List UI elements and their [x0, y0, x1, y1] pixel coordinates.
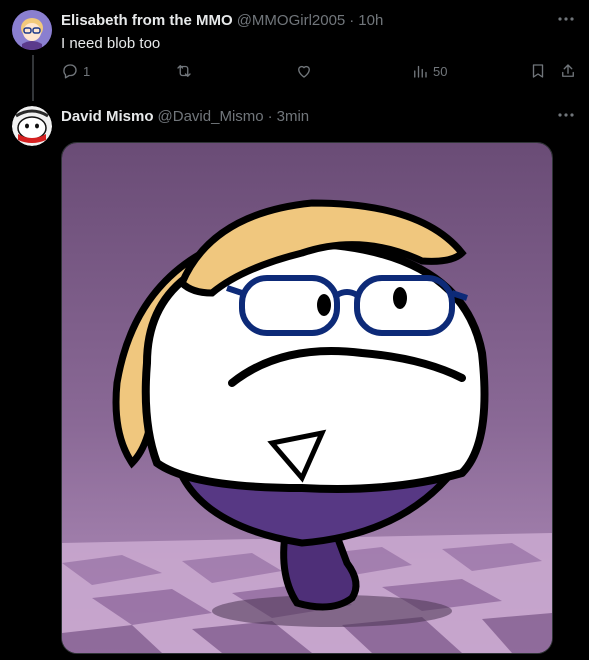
views-button[interactable]: 50 — [411, 62, 447, 80]
cartoon-blob-image — [62, 143, 552, 653]
more-icon[interactable] — [557, 10, 575, 33]
reply-count: 1 — [83, 63, 91, 79]
display-name[interactable]: Elisabeth from the MMO — [61, 12, 233, 29]
bookmark-button[interactable] — [529, 62, 547, 80]
action-bar: 1 50 — [61, 62, 581, 86]
thread-line — [32, 55, 34, 101]
display-name[interactable]: David Mismo — [61, 108, 154, 125]
retweet-button[interactable] — [175, 62, 197, 80]
views-count: 50 — [433, 63, 448, 79]
views-icon — [414, 65, 427, 78]
timestamp[interactable]: 3min — [277, 108, 310, 125]
avatar-elisabeth[interactable] — [12, 10, 52, 50]
separator: · — [267, 108, 273, 125]
share-icon — [562, 64, 574, 77]
heart-icon — [298, 65, 310, 78]
more-icon[interactable] — [557, 106, 575, 129]
tweet-media-image[interactable] — [61, 142, 553, 654]
tweet-header: Elisabeth from the MMO @MMOGirl2005 · 10… — [61, 12, 383, 29]
timestamp[interactable]: 10h — [358, 12, 383, 29]
handle[interactable]: @David_Mismo — [158, 108, 264, 125]
tweet-text: I need blob too — [61, 35, 161, 52]
reply-icon — [63, 64, 77, 79]
tweet-elisabeth[interactable]: Elisabeth from the MMO @MMOGirl2005 · 10… — [0, 0, 589, 101]
handle[interactable]: @MMOGirl2005 — [237, 12, 346, 29]
avatar-david[interactable] — [12, 106, 52, 146]
reply-button[interactable]: 1 — [61, 62, 90, 80]
share-button[interactable] — [559, 62, 577, 80]
separator: · — [349, 12, 355, 29]
like-button[interactable] — [295, 62, 317, 80]
tweet-header: David Mismo @David_Mismo · 3min — [61, 108, 309, 125]
bookmark-icon — [532, 64, 544, 78]
retweet-icon — [177, 65, 191, 77]
